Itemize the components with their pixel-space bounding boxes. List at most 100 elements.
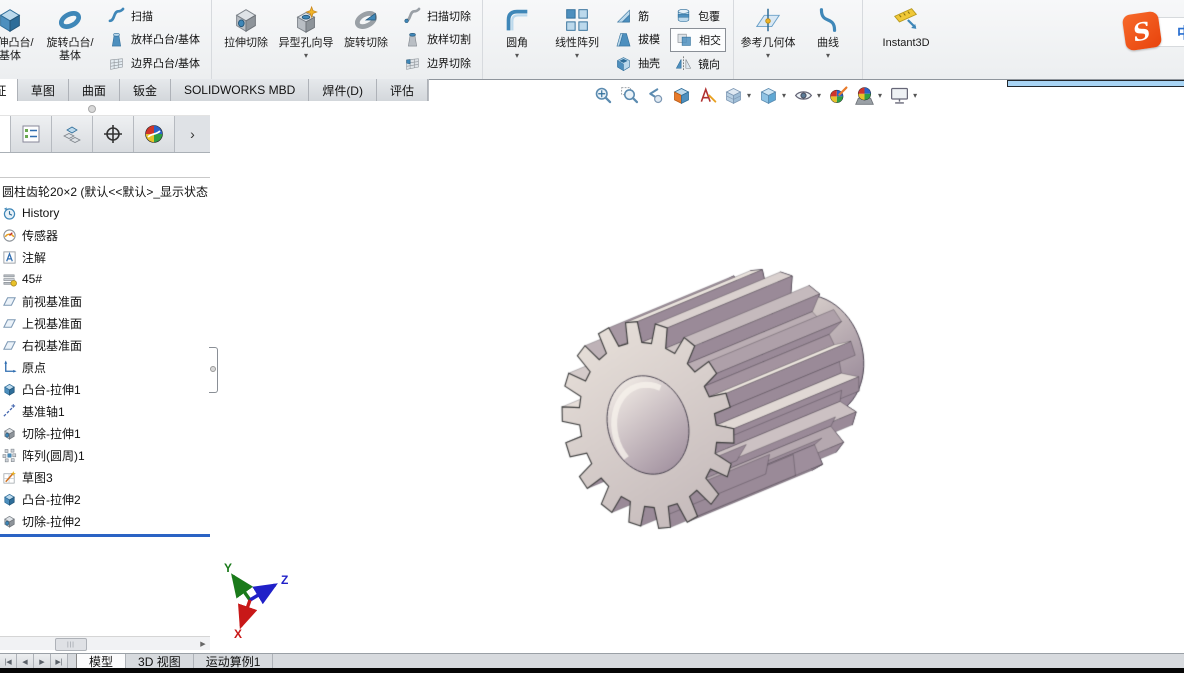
tree-item-circular-pattern1[interactable]: 阵列(圆周)1: [0, 444, 210, 466]
extruded-boss-icon: [2, 382, 17, 397]
tree-item-cut-extrude1[interactable]: 切除-拉伸1: [0, 422, 210, 444]
revolved-cut-button[interactable]: 旋转切除: [336, 2, 396, 77]
section-view-button[interactable]: [670, 84, 693, 107]
tree-item-sketch3[interactable]: 草图3: [0, 466, 210, 488]
scrollbar-thumb[interactable]: |||: [55, 638, 87, 651]
tree-item-annotations[interactable]: 注解: [0, 246, 210, 268]
previous-view-icon: [645, 85, 666, 106]
hole-wizard-button[interactable]: 异型孔向导 ▾: [276, 2, 336, 77]
tree-item-history[interactable]: History: [0, 202, 210, 224]
button-label: 拉伸凸台/基体: [0, 37, 38, 63]
document-tab-bar: |◀ ◀ ▶ ▶| 模型 3D 视图 运动算例1: [0, 653, 1184, 669]
tree-root-part[interactable]: 圆柱齿轮20×2 (默认<<默认>_显示状态: [0, 180, 210, 202]
tree-item-boss-extrude2[interactable]: 凸台-拉伸2: [0, 488, 210, 510]
button-label: 镜向: [698, 56, 720, 72]
draft-button[interactable]: 拔模: [610, 28, 664, 50]
tab-sheet-metal[interactable]: 钣金: [120, 79, 171, 101]
view-orientation-button[interactable]: ▾: [722, 84, 754, 107]
wrap-button[interactable]: 包覆: [670, 5, 726, 27]
dropdown-arrow-icon[interactable]: ▾: [878, 91, 882, 100]
panel-grip[interactable]: [0, 101, 210, 116]
ribbon-group-modify-features: 圆角 ▾ 线性阵列 ▾ 筋 拔模 抽壳: [483, 0, 734, 79]
button-label: 筋: [638, 8, 649, 24]
tree-filter-area[interactable]: [0, 153, 210, 178]
ribbon-toolbar: 拉伸凸台/基体 旋转凸台/基体 扫描 放样凸台/基体 边界凸台/基体: [0, 0, 1184, 80]
next-tab-button[interactable]: ▶: [34, 654, 51, 669]
tree-item-boss-extrude1[interactable]: 凸台-拉伸1: [0, 378, 210, 400]
x-axis-label: X: [234, 627, 242, 640]
scrollbar-right-arrow[interactable]: ▶: [197, 638, 209, 649]
tab-motion-study1[interactable]: 运动算例1: [194, 654, 274, 669]
rib-button[interactable]: 筋: [610, 5, 664, 27]
tree-item-top-plane[interactable]: 上视基准面: [0, 312, 210, 334]
zoom-to-fit-button[interactable]: [592, 84, 615, 107]
tab-featuremanager-tree[interactable]: [0, 116, 11, 152]
tab-property-manager[interactable]: [11, 116, 52, 152]
dropdown-arrow-icon[interactable]: ▾: [766, 51, 770, 60]
boundary-boss-button[interactable]: 边界凸台/基体: [103, 52, 204, 74]
tab-sketch[interactable]: 草图: [18, 79, 69, 101]
button-label: 包覆: [698, 8, 720, 24]
previous-view-button[interactable]: [644, 84, 667, 107]
tab-model[interactable]: 模型: [76, 654, 126, 669]
annotation-views-button[interactable]: [696, 84, 719, 107]
tree-item-right-plane[interactable]: 右视基准面: [0, 334, 210, 356]
panel-collapse-handle[interactable]: [209, 347, 218, 393]
previous-tab-button[interactable]: ◀: [17, 654, 34, 669]
panel-expand-arrow[interactable]: ›: [175, 116, 210, 152]
tree-item-axis1[interactable]: 基准轴1: [0, 400, 210, 422]
shell-button[interactable]: 抽壳: [610, 52, 664, 74]
swept-cut-button[interactable]: 扫描切除: [399, 5, 475, 27]
dropdown-arrow-icon[interactable]: ▾: [747, 91, 751, 100]
extruded-cut-button[interactable]: 拉伸切除: [216, 2, 276, 77]
dropdown-arrow-icon[interactable]: ▾: [304, 51, 308, 60]
tab-3d-views[interactable]: 3D 视图: [126, 654, 194, 669]
lofted-boss-button[interactable]: 放样凸台/基体: [103, 28, 204, 50]
tab-configuration-manager[interactable]: [52, 116, 93, 152]
intersect-button[interactable]: 相交: [670, 28, 726, 52]
zoom-to-area-button[interactable]: [618, 84, 641, 107]
rollback-bar[interactable]: [0, 534, 210, 537]
tab-dimxpert-manager[interactable]: [93, 116, 134, 152]
tree-horizontal-scrollbar[interactable]: ||| ▶: [0, 636, 210, 650]
button-label: 旋转凸台/基体: [42, 37, 98, 63]
mirror-button[interactable]: 镜向: [670, 53, 726, 75]
tree-item-sensors[interactable]: 传感器: [0, 224, 210, 246]
fillet-button[interactable]: 圆角 ▾: [487, 2, 547, 77]
extruded-cut-icon: [231, 5, 261, 35]
boundary-cut-button[interactable]: 边界切除: [399, 52, 475, 74]
instant3d-button[interactable]: Instant3D: [867, 2, 945, 77]
display-style-button[interactable]: ▾: [757, 84, 789, 107]
property-manager-icon: [20, 123, 42, 145]
circular-pattern-icon: [2, 448, 17, 463]
dropdown-arrow-icon[interactable]: ▾: [913, 91, 917, 100]
first-tab-button[interactable]: |◀: [0, 654, 17, 669]
edit-appearance-button[interactable]: [827, 84, 850, 107]
lofted-cut-button[interactable]: 放样切割: [399, 28, 475, 50]
dropdown-arrow-icon[interactable]: ▾: [515, 51, 519, 60]
panel-splitter[interactable]: [210, 101, 219, 649]
revolved-boss-base-button[interactable]: 旋转凸台/基体: [40, 2, 100, 77]
reference-geometry-button[interactable]: 参考几何体 ▾: [738, 2, 798, 77]
apply-scene-button[interactable]: ▾: [853, 84, 885, 107]
last-tab-button[interactable]: ▶|: [51, 654, 68, 669]
model-viewport-canvas[interactable]: [219, 80, 1184, 655]
dropdown-arrow-icon[interactable]: ▾: [575, 51, 579, 60]
fillet-icon: [502, 5, 532, 35]
dropdown-arrow-icon[interactable]: ▾: [826, 51, 830, 60]
tree-item-cut-extrude2[interactable]: 切除-拉伸2: [0, 510, 210, 532]
tab-display-manager[interactable]: [134, 116, 175, 152]
dropdown-arrow-icon[interactable]: ▾: [817, 91, 821, 100]
hide-show-items-button[interactable]: ▾: [792, 84, 824, 107]
dropdown-arrow-icon[interactable]: ▾: [782, 91, 786, 100]
extruded-boss-base-button[interactable]: 拉伸凸台/基体: [0, 2, 40, 77]
swept-boss-button[interactable]: 扫描: [103, 5, 204, 27]
tree-item-front-plane[interactable]: 前视基准面: [0, 290, 210, 312]
tab-features[interactable]: 特征: [0, 79, 18, 101]
linear-pattern-button[interactable]: 线性阵列 ▾: [547, 2, 607, 77]
curves-button[interactable]: 曲线 ▾: [798, 2, 858, 77]
tree-item-origin[interactable]: 原点: [0, 356, 210, 378]
tab-surfaces[interactable]: 曲面: [69, 79, 120, 101]
tree-item-material[interactable]: 45#: [0, 268, 210, 290]
view-settings-button[interactable]: ▾: [888, 84, 920, 107]
